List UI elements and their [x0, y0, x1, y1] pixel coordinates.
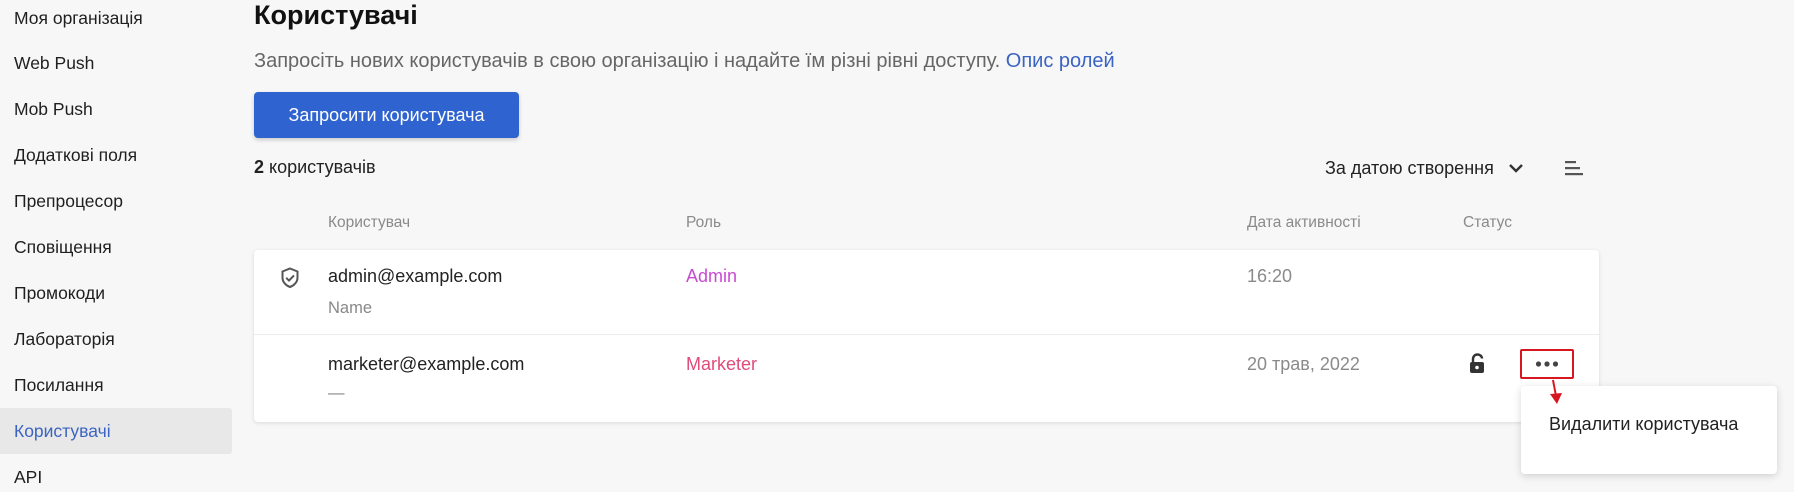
- sort-order-icon[interactable]: [1563, 158, 1585, 178]
- page-title: Користувачі: [254, 0, 418, 30]
- chevron-down-icon: [1508, 164, 1523, 173]
- column-header-status: Статус: [1463, 214, 1512, 231]
- sidebar: Моя організація Web Push Mob Push Додатк…: [0, 0, 232, 492]
- sidebar-item-mob-push[interactable]: Mob Push: [0, 86, 232, 132]
- roles-description-link[interactable]: Опис ролей: [1006, 50, 1115, 72]
- user-role: Admin: [686, 266, 738, 286]
- sidebar-item-preprocessor[interactable]: Препроцесор: [0, 178, 232, 224]
- sidebar-item-notifications[interactable]: Сповіщення: [0, 224, 232, 270]
- users-table: admin@example.com Name Admin 16:20 marke…: [254, 250, 1599, 422]
- sidebar-item-label: Препроцесор: [14, 190, 123, 211]
- users-count-number: 2: [254, 157, 265, 177]
- row-divider: [254, 334, 1599, 335]
- unlocked-padlock-icon[interactable]: [1468, 353, 1486, 375]
- user-name: —: [328, 384, 345, 402]
- user-email: admin@example.com: [328, 266, 503, 286]
- sidebar-item-laboratory[interactable]: Лабораторія: [0, 316, 232, 362]
- sidebar-item-promocodes[interactable]: Промокоди: [0, 270, 232, 316]
- sidebar-item-label: Моя організація: [14, 7, 143, 28]
- sidebar-item-users[interactable]: Користувачі: [0, 408, 232, 454]
- more-options-button[interactable]: [1520, 349, 1574, 379]
- sidebar-item-label: Посилання: [14, 374, 104, 395]
- sidebar-item-extra-fields[interactable]: Додаткові поля: [0, 132, 232, 178]
- sidebar-item-label: Додаткові поля: [14, 144, 138, 165]
- activity-date: 16:20: [1247, 266, 1293, 286]
- user-email: marketer@example.com: [328, 354, 525, 374]
- sidebar-item-label: Користувачі: [14, 420, 111, 441]
- column-header-user: Користувач: [328, 214, 411, 231]
- delete-user-menu-item[interactable]: Видалити користувача: [1549, 414, 1738, 435]
- sidebar-item-label: API: [14, 466, 43, 487]
- subtitle-text: Запросіть нових користувачів в свою орга…: [254, 50, 1001, 72]
- sidebar-item-label: Лабораторія: [14, 328, 115, 349]
- shield-check-icon: [281, 267, 299, 289]
- sidebar-item-label: Промокоди: [14, 282, 105, 303]
- red-arrow-annotation-icon: [1550, 379, 1562, 404]
- sidebar-item-label: Сповіщення: [14, 236, 112, 257]
- sidebar-item-label: Mob Push: [14, 98, 93, 119]
- sort-dropdown[interactable]: За датою створення: [1325, 154, 1524, 182]
- sidebar-item-my-organization[interactable]: Моя організація: [0, 0, 232, 41]
- column-header-activity: Дата активності: [1247, 214, 1361, 231]
- page-subtitle: Запросіть нових користувачів в свою орга…: [254, 50, 1115, 73]
- user-role: Marketer: [686, 354, 758, 374]
- invite-user-button[interactable]: Запросити користувача: [254, 92, 519, 138]
- activity-date: 20 трав, 2022: [1247, 354, 1360, 374]
- sidebar-item-web-push[interactable]: Web Push: [0, 40, 232, 86]
- users-count: 2 користувачів: [254, 157, 376, 178]
- column-header-role: Роль: [686, 214, 722, 231]
- more-horizontal-icon: [1535, 361, 1559, 367]
- sidebar-item-links[interactable]: Посилання: [0, 362, 232, 408]
- users-count-label: користувачів: [269, 157, 376, 177]
- sort-label: За датою створення: [1325, 157, 1494, 178]
- sidebar-item-label: Web Push: [14, 52, 95, 73]
- sidebar-item-api[interactable]: API: [0, 454, 232, 492]
- user-name: Name: [328, 299, 373, 317]
